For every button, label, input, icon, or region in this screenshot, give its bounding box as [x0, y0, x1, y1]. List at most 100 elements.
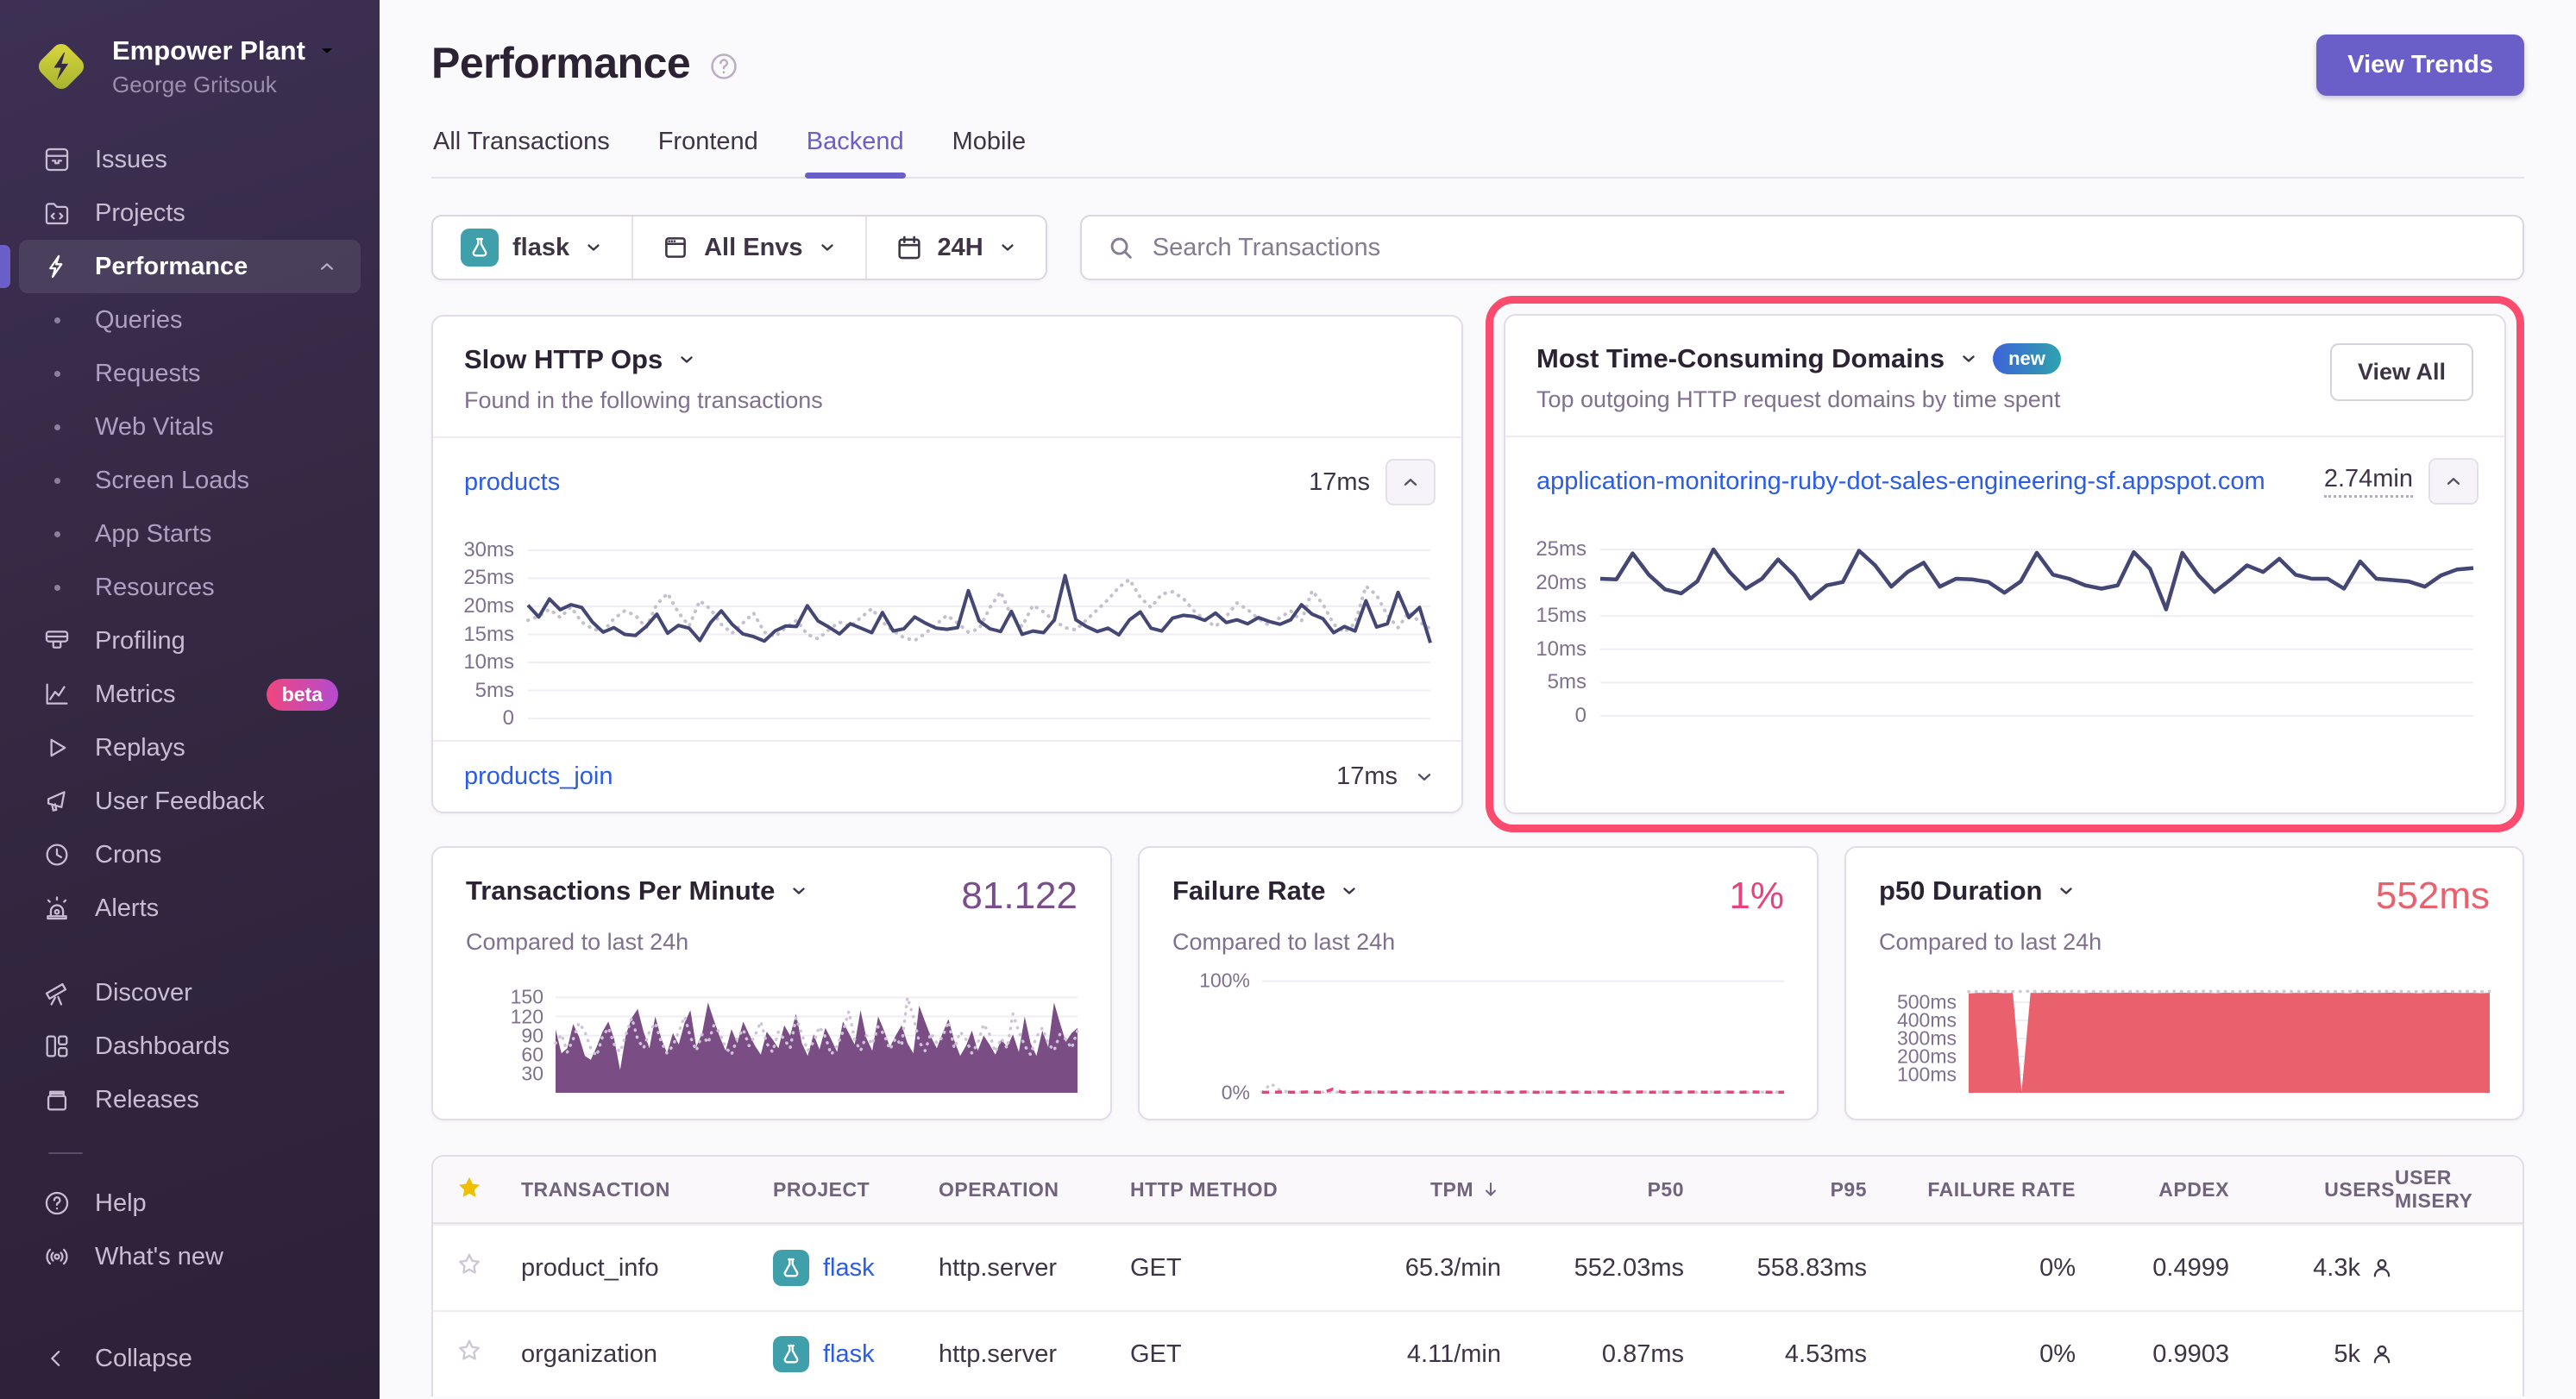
profiling-icon — [41, 625, 72, 656]
column-header-operation[interactable]: Operation — [939, 1178, 1130, 1201]
domains-chart[interactable] — [1600, 549, 2473, 716]
sidebar-item-issues[interactable]: Issues — [19, 133, 361, 186]
sidebar-item-metrics[interactable]: Metrics beta — [19, 668, 361, 721]
failure-rate-chart[interactable] — [1262, 976, 1784, 1093]
sidebar-item-requests[interactable]: Requests — [19, 347, 361, 400]
star-icon[interactable] — [456, 1251, 521, 1285]
sidebar-item-resources[interactable]: Resources — [19, 561, 361, 614]
sidebar-item-profiling[interactable]: Profiling — [19, 614, 361, 668]
column-header-project[interactable]: Project — [773, 1178, 939, 1201]
card-subtitle: Found in the following transactions — [464, 387, 1430, 414]
view-trends-button[interactable]: View Trends — [2316, 35, 2524, 96]
column-header-p95[interactable]: P95 — [1831, 1178, 1867, 1201]
chevron-up-icon[interactable] — [316, 255, 338, 278]
sidebar-item-queries[interactable]: Queries — [19, 293, 361, 347]
p50-title-dropdown[interactable]: p50 Duration — [1879, 875, 2077, 907]
column-header-tpm[interactable]: TPM — [1430, 1178, 1501, 1201]
y-axis-label: 0 — [503, 706, 514, 731]
star-filled-icon[interactable] — [456, 1174, 521, 1206]
new-badge: new — [1993, 343, 2061, 374]
failure-rate-title-dropdown[interactable]: Failure Rate — [1172, 875, 1360, 907]
column-header-transaction[interactable]: Transaction — [521, 1178, 773, 1201]
sidebar-item-releases[interactable]: Releases — [19, 1073, 361, 1126]
y-axis-label: 30 — [521, 1062, 543, 1085]
tpm-cell: 4.11/min — [1407, 1340, 1501, 1369]
transaction-link[interactable]: organization — [521, 1340, 773, 1369]
star-icon[interactable] — [456, 1337, 521, 1371]
transaction-link[interactable]: products_join — [464, 762, 613, 791]
operation-cell: http.server — [939, 1254, 1130, 1283]
slow-http-ops-chart[interactable] — [528, 550, 1430, 718]
sidebar-item-performance[interactable]: Performance — [19, 240, 361, 293]
tpm-chart[interactable] — [556, 991, 1078, 1093]
sidebar-item-what-s-new[interactable]: What's new — [19, 1230, 361, 1283]
failure-rate-card: Failure Rate 1% Compared to last 24h 100… — [1138, 846, 1819, 1120]
y-axis-label: 0 — [1575, 704, 1586, 728]
flask-project-icon — [773, 1336, 809, 1372]
project-link[interactable]: flask — [823, 1254, 875, 1283]
releases-icon — [41, 1084, 72, 1115]
sidebar-item-screen-loads[interactable]: Screen Loads — [19, 454, 361, 507]
column-header-failure-rate[interactable]: Failure Rate — [1927, 1178, 2076, 1201]
p50-value: 552ms — [2376, 877, 2490, 915]
filter-segmented-control: flask All Envs 24H — [431, 215, 1047, 280]
main-content: Performance View Trends All Transactions… — [380, 0, 2576, 1399]
sidebar-item-crons[interactable]: Crons — [19, 828, 361, 881]
column-header-p50[interactable]: P50 — [1648, 1178, 1684, 1201]
sidebar-item-dashboards[interactable]: Dashboards — [19, 1019, 361, 1073]
user-icon — [2369, 1341, 2395, 1367]
sidebar-item-help[interactable]: Help — [19, 1176, 361, 1230]
collapse-row-button[interactable] — [1385, 459, 1436, 505]
column-header-users[interactable]: Users — [2324, 1178, 2395, 1201]
y-axis-label: 25ms — [1536, 537, 1586, 561]
view-all-button[interactable]: View All — [2330, 343, 2473, 401]
operation-cell: http.server — [939, 1340, 1130, 1369]
failure-rate-value: 1% — [1729, 877, 1784, 915]
transaction-link[interactable]: product_info — [521, 1254, 773, 1283]
chevron-down-icon — [676, 349, 697, 370]
transaction-link[interactable]: products — [464, 468, 560, 497]
sidebar-item-projects[interactable]: Projects — [19, 186, 361, 240]
collapse-row-button[interactable] — [2428, 458, 2479, 505]
y-axis-label: 15ms — [463, 623, 514, 647]
p50-duration-chart[interactable] — [1969, 984, 2490, 1093]
expand-row-button[interactable] — [1413, 766, 1436, 788]
domain-link[interactable]: application-monitoring-ruby-dot-sales-en… — [1536, 467, 2265, 496]
y-axis-label: 25ms — [463, 566, 514, 590]
search-input[interactable] — [1153, 234, 2498, 262]
sidebar-item-alerts[interactable]: Alerts — [19, 881, 361, 935]
chevron-up-icon — [1399, 471, 1422, 493]
sidebar-collapse-button[interactable]: Collapse — [19, 1332, 361, 1385]
slow-http-ops-title-dropdown[interactable]: Slow HTTP Ops — [464, 344, 1430, 375]
tab-frontend[interactable]: Frontend — [657, 128, 760, 177]
y-axis-labels: 500ms400ms300ms200ms100ms — [1879, 984, 1969, 1093]
sidebar-item-app-starts[interactable]: App Starts — [19, 507, 361, 561]
tab-mobile[interactable]: Mobile — [951, 128, 1027, 177]
sidebar-item-user-feedback[interactable]: User Feedback — [19, 775, 361, 828]
help-icon[interactable] — [707, 50, 740, 83]
project-filter[interactable]: flask — [433, 216, 631, 279]
column-header-user-misery[interactable]: User Misery — [2395, 1166, 2500, 1213]
sidebar-item-discover[interactable]: Discover — [19, 966, 361, 1019]
org-switcher[interactable]: Empower Plant George Gritsouk — [0, 22, 380, 110]
column-header-apdex[interactable]: Apdex — [2158, 1178, 2229, 1201]
tab-backend[interactable]: Backend — [805, 128, 906, 177]
highlight-ring: Most Time-Consuming Domains new Top outg… — [1486, 296, 2524, 832]
project-link[interactable]: flask — [823, 1340, 875, 1369]
active-indicator — [0, 245, 10, 288]
column-header-http-method[interactable]: HTTP Method — [1130, 1178, 1335, 1201]
crons-icon — [41, 839, 72, 870]
tpm-title-dropdown[interactable]: Transactions Per Minute — [466, 875, 809, 907]
sidebar-item-replays[interactable]: Replays — [19, 721, 361, 775]
environment-filter[interactable]: All Envs — [631, 216, 864, 279]
calendar-icon — [895, 233, 924, 262]
transactions-table: Transaction Project Operation HTTP Metho… — [431, 1155, 2524, 1396]
tab-all-transactions[interactable]: All Transactions — [431, 128, 612, 177]
table-row-organization: organization flask http.server GET 4.11/… — [433, 1310, 2523, 1396]
y-axis-labels: 30ms25ms20ms15ms10ms5ms0 — [433, 550, 528, 718]
time-spent-value[interactable]: 2.74min — [2324, 465, 2413, 498]
chevron-down-icon — [1339, 881, 1360, 901]
sidebar-item-web-vitals[interactable]: Web Vitals — [19, 400, 361, 454]
domains-title-dropdown[interactable]: Most Time-Consuming Domains new — [1536, 343, 2061, 374]
date-range-filter[interactable]: 24H — [865, 216, 1046, 279]
